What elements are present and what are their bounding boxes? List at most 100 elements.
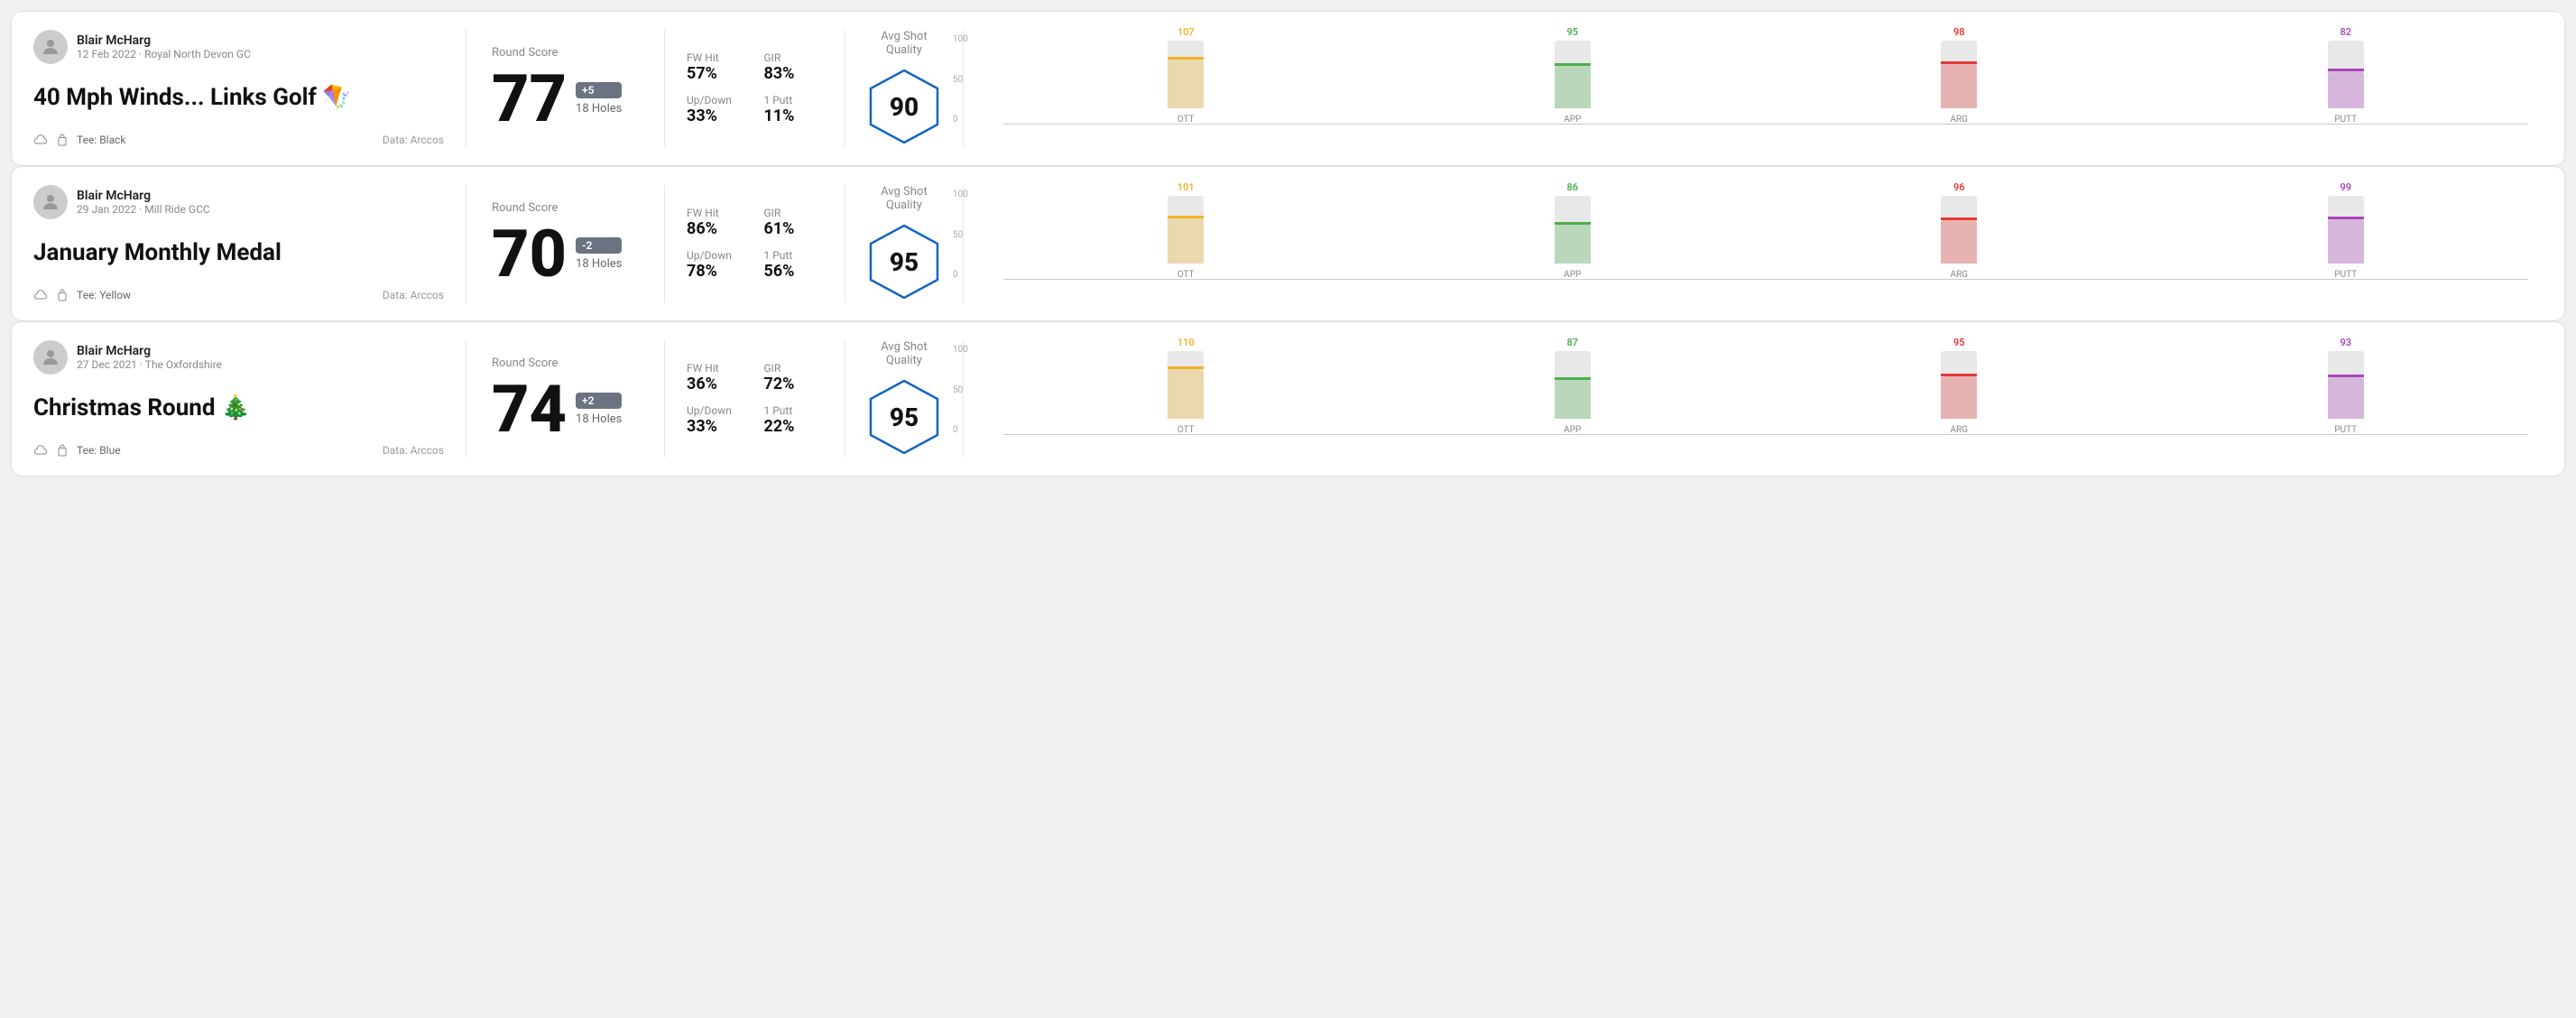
stat-value: 33% xyxy=(687,417,746,436)
tee-label: Tee: Black xyxy=(77,134,125,146)
score-row: 74+218 Holes xyxy=(492,377,639,442)
bar-axis-label: APP xyxy=(1564,270,1581,280)
chart-y-label: 50 xyxy=(953,385,968,395)
round-title: 40 Mph Winds... Links Golf 🪁 xyxy=(33,84,444,111)
user-info: Blair McHarg29 Jan 2022 · Mill Ride GCC xyxy=(77,189,210,216)
holes-label: 18 Holes xyxy=(576,412,622,426)
stat-label: 1 Putt xyxy=(764,404,824,417)
stat-label: 1 Putt xyxy=(764,94,824,106)
card-footer: Tee: Black Data: Arccos xyxy=(33,133,444,147)
stat-item-2: Up/Down33% xyxy=(687,404,746,436)
chart-y-label: 100 xyxy=(953,345,968,355)
stat-value: 86% xyxy=(687,219,746,238)
bar-fill xyxy=(1555,66,1591,108)
bar-axis-label: PUTT xyxy=(2334,270,2357,280)
cloud-icon xyxy=(33,288,48,302)
stats-section: FW Hit86%GIR61%Up/Down78%1 Putt56% xyxy=(665,185,845,302)
stat-label: Up/Down xyxy=(687,404,746,417)
bar-group-app: 87APP xyxy=(1390,337,1756,435)
bar-axis-label: OTT xyxy=(1177,425,1195,435)
stats-section: FW Hit57%GIR83%Up/Down33%1 Putt11% xyxy=(665,30,845,147)
bar-wrapper xyxy=(1555,196,1591,264)
avatar xyxy=(33,185,68,219)
card-footer: Tee: Yellow Data: Arccos xyxy=(33,288,444,302)
bar-axis-label: ARG xyxy=(1951,270,1969,280)
bar-group-arg: 95ARG xyxy=(1777,337,2142,435)
chart-wrapper: 100500107OTT95APP98ARG82PUTT xyxy=(978,34,2528,143)
cloud-icon xyxy=(33,133,48,147)
round-card-3: Blair McHarg27 Dec 2021 · The Oxfordshir… xyxy=(11,321,2565,477)
chart-y-labels: 100 50 0 xyxy=(953,345,968,435)
bar-group-putt: 82 PUTT xyxy=(2164,26,2529,125)
stat-value: 22% xyxy=(764,417,824,436)
score-big: 74 xyxy=(492,377,567,442)
stat-label: GIR xyxy=(764,207,824,219)
score-section: Round Score77+518 Holes xyxy=(466,30,665,147)
bar-marker xyxy=(2328,69,2364,71)
bar-wrapper xyxy=(2328,41,2364,108)
quality-score: 90 xyxy=(890,92,919,122)
stat-label: FW Hit xyxy=(687,362,746,375)
chart-y-label: 50 xyxy=(953,230,968,240)
bar-wrapper xyxy=(1168,41,1204,108)
bag-icon xyxy=(55,443,69,458)
cloud-icon xyxy=(33,443,48,458)
stat-value: 36% xyxy=(687,375,746,393)
user-info: Blair McHarg12 Feb 2022 · Royal North De… xyxy=(77,33,251,60)
round-title: Christmas Round 🎄 xyxy=(33,394,444,421)
data-source: Data: Arccos xyxy=(383,444,444,457)
bar-marker xyxy=(2328,375,2364,377)
chart-y-label: 0 xyxy=(953,425,968,435)
bar-value: 82 xyxy=(2340,26,2351,38)
bar-value: 87 xyxy=(1566,337,1578,348)
user-name: Blair McHarg xyxy=(77,33,251,48)
quality-section: Avg Shot Quality 95 xyxy=(845,185,964,302)
bar-wrapper xyxy=(1168,196,1204,264)
stat-item-3: 1 Putt56% xyxy=(764,249,824,281)
chart-y-labels: 100500 xyxy=(953,190,968,280)
stat-item-1: GIR83% xyxy=(764,51,824,83)
bar-fill xyxy=(1168,60,1204,108)
stat-label: 1 Putt xyxy=(764,249,824,262)
stat-item-3: 1 Putt11% xyxy=(764,94,824,125)
chart-section: 100500107OTT95APP98ARG82PUTT xyxy=(964,30,2543,147)
bar-fill xyxy=(2328,219,2364,264)
stat-item-2: Up/Down78% xyxy=(687,249,746,281)
chart-wrapper: 100500110OTT87APP95ARG93PUTT xyxy=(978,345,2528,453)
bar-wrapper xyxy=(1555,351,1591,419)
stat-item-3: 1 Putt22% xyxy=(764,404,824,436)
bar-fill xyxy=(1555,380,1591,420)
holes-label: 18 Holes xyxy=(576,257,622,271)
stat-item-0: FW Hit86% xyxy=(687,207,746,238)
bar-wrapper xyxy=(2328,196,2364,264)
bar-group-putt: 99 PUTT xyxy=(2164,181,2529,280)
bar-chart: 107OTT95APP98ARG82PUTT xyxy=(1003,34,2528,143)
bar-fill xyxy=(1941,220,1977,264)
stats-section: FW Hit36%GIR72%Up/Down33%1 Putt22% xyxy=(665,340,845,458)
chart-y-label: 50 xyxy=(953,75,968,85)
bar-axis-label: PUTT xyxy=(2334,115,2357,125)
bar-value: 110 xyxy=(1177,337,1195,348)
tee-info: Tee: Blue xyxy=(33,443,121,458)
user-row: Blair McHarg29 Jan 2022 · Mill Ride GCC xyxy=(33,185,444,219)
stat-label: Up/Down xyxy=(687,94,746,106)
avatar xyxy=(33,30,68,64)
bar-fill xyxy=(2328,71,2364,108)
bar-marker xyxy=(1168,366,1204,369)
chart-y-label: 100 xyxy=(953,34,968,44)
bar-value: 99 xyxy=(2340,181,2351,193)
stat-value: 57% xyxy=(687,64,746,83)
round-score-label: Round Score xyxy=(492,201,639,215)
stat-value: 56% xyxy=(764,262,824,281)
quality-section: Avg Shot Quality 90 xyxy=(845,30,964,147)
round-card-2: Blair McHarg29 Jan 2022 · Mill Ride GCCJ… xyxy=(11,166,2565,321)
bar-wrapper xyxy=(2328,351,2364,419)
bar-value: 95 xyxy=(1953,337,1965,348)
bar-wrapper xyxy=(1941,351,1977,419)
stat-value: 78% xyxy=(687,262,746,281)
bar-value: 95 xyxy=(1566,26,1578,38)
user-meta: 29 Jan 2022 · Mill Ride GCC xyxy=(77,203,210,216)
bar-marker xyxy=(1941,61,1977,64)
hexagon-container: 95 xyxy=(863,221,945,302)
tee-info: Tee: Black xyxy=(33,133,125,147)
